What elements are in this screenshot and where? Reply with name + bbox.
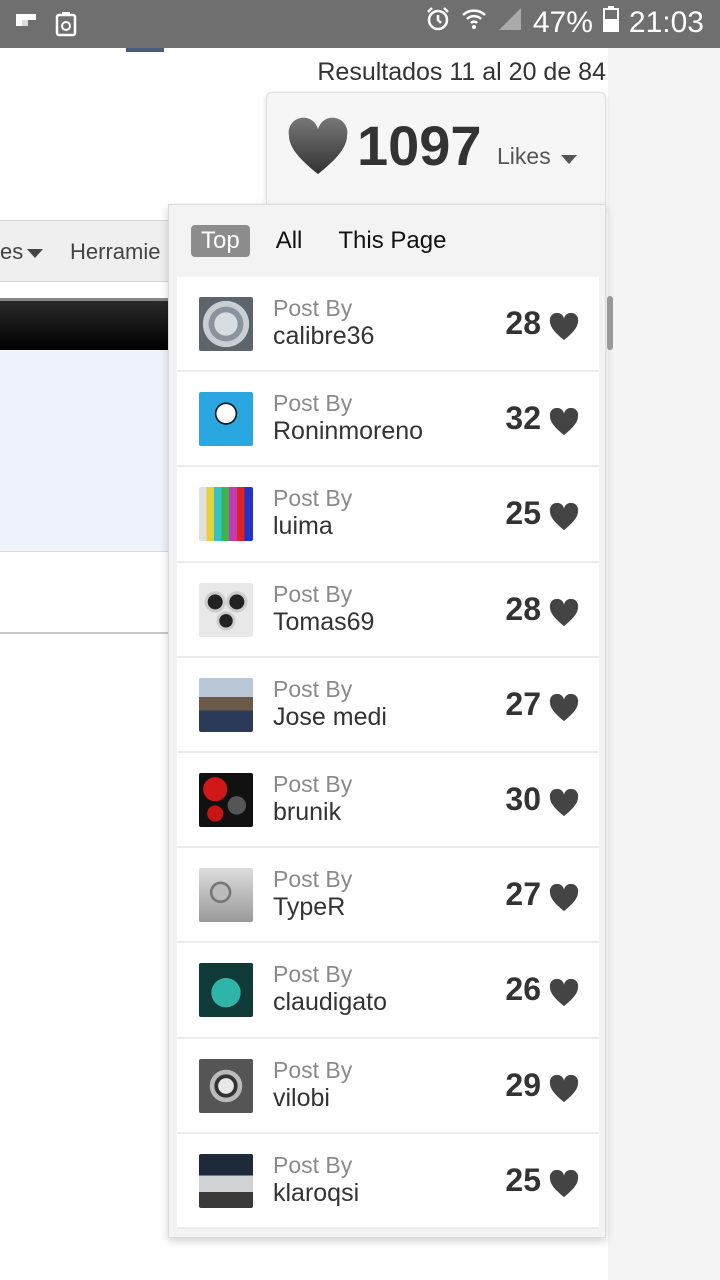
likers-list: Post By calibre36 28 Post By Roninmoreno 32 Po… [177, 277, 599, 1229]
avatar[interactable] [199, 392, 253, 447]
heart-icon [549, 313, 579, 341]
post-by-label: Post By [273, 485, 353, 512]
status-bar: 47% 21:03 [0, 0, 720, 48]
chevron-down-icon [561, 155, 577, 164]
username-link[interactable]: Tomas69 [273, 608, 374, 637]
likes-summary-button[interactable]: 1097 Likes [266, 92, 606, 212]
likes-dropdown: Top All This Page Post By calibre36 28 Post B… [168, 204, 606, 1238]
heart-icon [549, 408, 579, 436]
heart-icon [549, 1169, 579, 1197]
tab-partial[interactable]: es [0, 239, 44, 265]
post-by-label: Post By [273, 1056, 353, 1083]
post-by-label: Post By [273, 866, 353, 893]
avatar[interactable] [199, 772, 253, 827]
avatar[interactable] [199, 677, 253, 732]
list-item[interactable]: Post By claudigato 26 [177, 943, 599, 1039]
thread-header-bar [0, 298, 168, 350]
recycle-icon [52, 10, 80, 38]
avatar[interactable] [199, 1153, 253, 1208]
avatar[interactable] [199, 487, 253, 542]
avatar[interactable] [199, 963, 253, 1018]
results-summary: Resultados 11 al 20 de 84 [317, 58, 606, 86]
heart-icon [549, 598, 579, 626]
page-side-strip [608, 48, 720, 1280]
post-by-label: Post By [273, 390, 353, 417]
username-link[interactable]: klaroqsi [273, 1179, 359, 1208]
avatar[interactable] [199, 582, 253, 637]
signal-icon [497, 6, 523, 40]
username-link[interactable]: calibre36 [273, 322, 374, 351]
like-count: 28 [505, 305, 541, 341]
list-item[interactable]: Post By luima 25 [177, 467, 599, 563]
likes-total: 1097 [357, 114, 482, 177]
page-accent-mark [126, 48, 164, 52]
like-count: 27 [505, 876, 541, 913]
thread-content-area [0, 350, 168, 552]
like-count: 28 [505, 590, 541, 627]
post-by-label: Post By [273, 580, 353, 607]
like-count: 25 [505, 495, 541, 532]
username-link[interactable]: TypeR [273, 893, 345, 922]
list-item[interactable]: Post By brunik 30 [177, 752, 599, 849]
list-item[interactable]: Post By klaroqsi 25 [177, 1133, 599, 1229]
heart-icon [549, 788, 579, 817]
heart-icon [549, 979, 579, 1007]
heart-icon [549, 1074, 579, 1102]
username-link[interactable]: luima [273, 512, 333, 541]
heart-icon [288, 117, 348, 175]
username-link[interactable]: brunik [273, 798, 341, 827]
clock: 21:03 [628, 6, 704, 39]
post-by-label: Post By [273, 675, 353, 702]
tab-tools[interactable]: Herramie [70, 239, 160, 265]
filter-tab-all[interactable]: All [266, 225, 313, 257]
username-link[interactable]: Jose medi [273, 703, 387, 732]
divider [0, 632, 168, 634]
list-item[interactable]: Post By Tomas69 28 [177, 562, 599, 658]
chevron-down-icon [27, 248, 44, 258]
likes-filter-tabs: Top All This Page [191, 223, 456, 259]
avatar[interactable] [199, 868, 253, 923]
wifi-icon [461, 6, 487, 40]
username-link[interactable]: vilobi [273, 1084, 330, 1113]
like-count: 27 [505, 685, 541, 722]
list-item[interactable]: Post By TypeR 27 [177, 848, 599, 944]
filter-tab-this-page[interactable]: This Page [328, 225, 456, 257]
scrollbar[interactable] [607, 296, 613, 350]
like-count: 25 [505, 1161, 541, 1198]
heart-icon [549, 503, 579, 531]
list-item[interactable]: Post By calibre36 28 [177, 277, 599, 373]
battery-percent: 47% [532, 6, 593, 39]
battery-icon [602, 6, 619, 40]
flipboard-icon [12, 10, 40, 38]
avatar[interactable] [199, 297, 253, 351]
post-by-label: Post By [273, 961, 353, 988]
filter-tab-top[interactable]: Top [191, 225, 250, 257]
post-by-label: Post By [273, 1151, 353, 1178]
username-link[interactable]: claudigato [273, 988, 387, 1017]
likes-label: Likes [497, 143, 551, 169]
alarm-icon [425, 6, 451, 40]
like-count: 26 [505, 971, 541, 1008]
like-count: 29 [505, 1066, 541, 1103]
list-item[interactable]: Post By Roninmoreno 32 [177, 372, 599, 468]
like-count: 32 [505, 400, 541, 437]
heart-icon [549, 884, 579, 912]
avatar[interactable] [199, 1058, 253, 1113]
list-item[interactable]: Post By Jose medi 27 [177, 657, 599, 753]
like-count: 30 [505, 780, 541, 817]
username-link[interactable]: Roninmoreno [273, 417, 423, 446]
post-by-label: Post By [273, 770, 353, 797]
forum-tabs: es Herramie [0, 220, 168, 282]
heart-icon [549, 693, 579, 721]
post-by-label: Post By [273, 295, 353, 321]
list-item[interactable]: Post By vilobi 29 [177, 1038, 599, 1134]
